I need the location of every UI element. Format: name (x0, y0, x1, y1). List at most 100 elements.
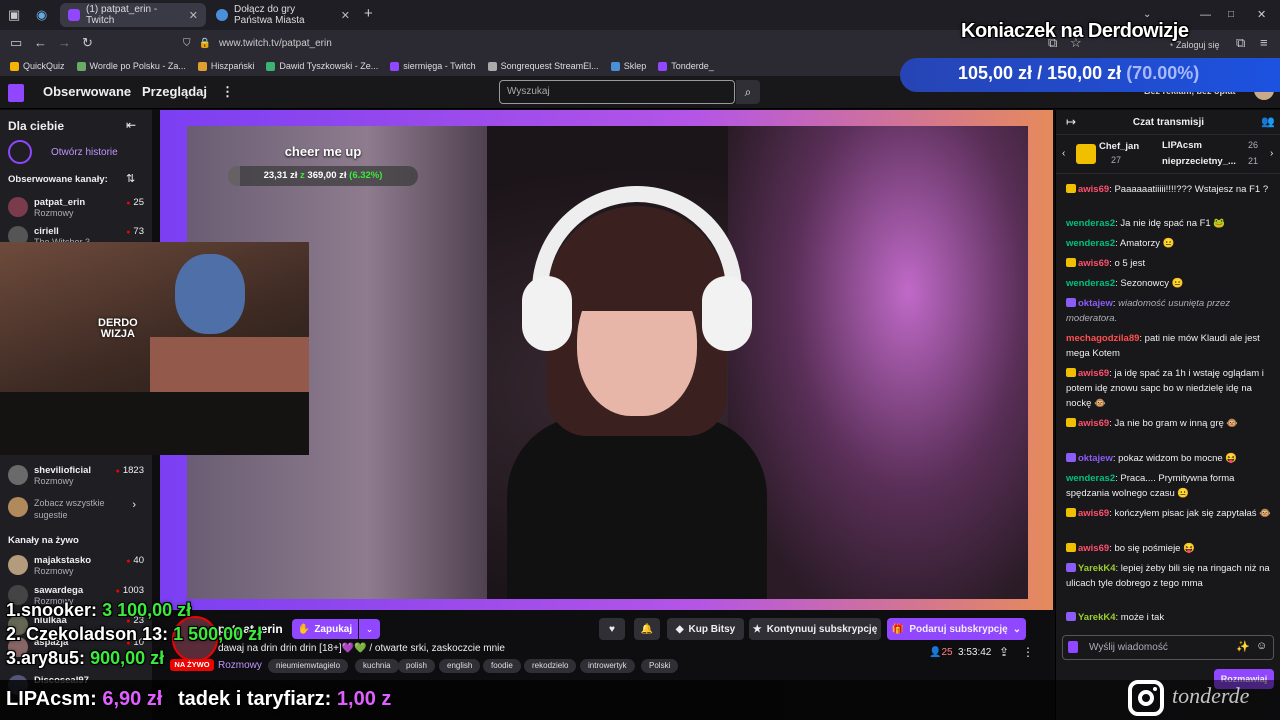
tag[interactable]: introwertyk (580, 659, 635, 673)
goal-percent: (6.32%) (349, 170, 383, 181)
tag[interactable]: polish (398, 659, 435, 673)
chat-user[interactable]: oktajew (1078, 453, 1113, 464)
extensions-menu-icon[interactable]: ⧉ (1236, 35, 1245, 51)
forward-arrow-icon[interactable]: → (58, 35, 71, 51)
chat-user[interactable]: wenderas2 (1066, 473, 1115, 484)
reload-icon[interactable]: ↻ (82, 35, 93, 51)
stories-icon[interactable] (8, 140, 32, 164)
chat-user[interactable]: awis69 (1078, 184, 1109, 195)
chevron-right-icon[interactable]: › (1270, 148, 1273, 159)
close-icon[interactable]: ✕ (341, 9, 350, 22)
nav-following[interactable]: Obserwowane (43, 84, 131, 99)
search-button[interactable]: ⌕ (736, 80, 760, 104)
chat-message: awis69: o 5 jest (1066, 256, 1274, 271)
nav-browse[interactable]: Przeglądaj (142, 84, 207, 99)
collapse-icon[interactable]: ⇤ (126, 118, 136, 132)
chat-user[interactable]: wenderas2 (1066, 238, 1115, 249)
search-input[interactable]: Wyszukaj (499, 80, 735, 104)
sidebar-toggle-icon[interactable]: ▭ (10, 35, 22, 51)
back-arrow-icon[interactable]: ← (34, 35, 47, 51)
new-tab-icon[interactable]: + (364, 6, 373, 22)
bookmark-wordle[interactable]: Wordle po Polsku - Za... (76, 61, 186, 71)
tab-panstwa-miasta[interactable]: Dołącz do gry Państwa Miasta ✕ (208, 3, 358, 27)
tag[interactable]: nieumiemwtagielo (268, 659, 349, 673)
continue-sub-button[interactable]: ★ Kontynuuj subskrypcję (749, 618, 881, 640)
twitch-favicon-icon (68, 9, 80, 21)
share-icon[interactable]: ⇪ (999, 645, 1009, 659)
magic-icon[interactable]: ✨ (1236, 640, 1250, 653)
tag[interactable]: english (439, 659, 481, 673)
chevron-left-icon[interactable]: ‹ (1062, 148, 1065, 159)
bookmark-quickquiz[interactable]: QuickQuiz (10, 61, 65, 71)
tab-list-icon[interactable]: ▣ (8, 7, 20, 23)
sidebar-channel-patpat[interactable]: patpat_erinRozmowy 25 (8, 197, 144, 218)
bookmark-tyszkowski[interactable]: Dawid Tyszkowski - Ze... (266, 61, 378, 71)
chat-user[interactable]: awis69 (1078, 508, 1109, 519)
chat-user[interactable]: wenderas2 (1066, 218, 1115, 229)
follow-dropdown[interactable]: ⌄ (359, 619, 380, 639)
bookmark-hiszpanski[interactable]: Hiszpański (197, 61, 254, 71)
minimize-icon[interactable]: — (1200, 7, 1211, 23)
more-options-icon[interactable]: ⋮ (1022, 645, 1034, 659)
chat-user[interactable]: awis69 (1078, 543, 1109, 554)
chat-text: Paaaaaatiiiii!!!!??? Wstajesz na F1 ? (1114, 184, 1269, 195)
notification-button[interactable]: 🔔 (634, 618, 660, 640)
sort-icon[interactable]: ⇅ (126, 172, 135, 185)
chat-user[interactable]: awis69 (1078, 368, 1109, 379)
bookmark-label: Dawid Tyszkowski - Ze... (279, 61, 379, 71)
emote-icon[interactable]: ☺ (1256, 640, 1267, 652)
gift-sub-button[interactable]: 🎁 Podaruj subskrypcję ⌄ (887, 618, 1026, 640)
tag[interactable]: Polski (641, 659, 679, 673)
viewer-count: 1823 (116, 465, 144, 476)
video-player[interactable] (187, 126, 1028, 599)
buy-bits-button[interactable]: ◆ Kup Bitsy (667, 618, 744, 640)
chat-panel: ↦ Czat transmisji 👥 ‹ Chef_jan 27 LIPAcs… (1055, 110, 1280, 720)
bookmark-songrequest[interactable]: Songrequest StreamEl... (487, 61, 599, 71)
goal-separator: z (300, 170, 305, 181)
bookmark-sklep[interactable]: Sklep (610, 61, 646, 71)
streamer-figure (487, 186, 787, 599)
bookmark-tonderde[interactable]: Tonderde_ (658, 61, 714, 71)
viewer-count: 40 (126, 555, 144, 566)
tab-twitch[interactable]: (1) patpat_erin - Twitch ✕ (60, 3, 206, 27)
viewer-count: 1003 (116, 585, 144, 596)
stories-link[interactable]: Otwórz historie (51, 147, 118, 158)
pip-camera: DERDO WIZJA (0, 242, 309, 455)
twitch-logo-icon[interactable] (8, 84, 24, 102)
leaderboard-row-1: 1.snooker: 3 100,00 zł (6, 600, 191, 621)
stream-category[interactable]: Rozmowy (218, 660, 262, 671)
chat-user[interactable]: YarekK4 (1078, 612, 1116, 623)
bookmark-icon (76, 61, 86, 71)
more-menu-icon[interactable]: ⋮ (221, 84, 234, 100)
close-icon[interactable]: ✕ (189, 9, 198, 22)
bits-icon[interactable] (1068, 641, 1078, 653)
follow-button[interactable]: ✋ Zapukaj (292, 619, 358, 639)
sidebar-channel-shevili[interactable]: shevilioficialRozmowy 1823 (8, 465, 144, 486)
address-bar[interactable]: ⛉ 🔒 www.twitch.tv/patpat_erin (175, 33, 905, 53)
viewer-count: 73 (126, 226, 144, 237)
goal-progress-bar: 23,31 zł z 369,00 zł (6.32%) (228, 166, 418, 186)
browser-logo-icon[interactable]: ◉ (36, 7, 47, 23)
donor-name: ary8u5: (21, 648, 86, 668)
see-all-suggestions[interactable]: Zobacz wszystkie sugestie › (8, 497, 144, 521)
users-icon[interactable]: 👥 (1261, 115, 1275, 128)
tag[interactable]: kuchnia (355, 659, 399, 673)
bookmark-siermiega[interactable]: siermięga - Twitch (390, 61, 476, 71)
sidebar-channel-majak[interactable]: majakstaskoRozmowy 40 (8, 555, 144, 576)
tag[interactable]: foodie (483, 659, 521, 673)
maximize-icon[interactable]: □ (1228, 7, 1234, 23)
menu-icon[interactable]: ≡ (1260, 35, 1268, 51)
chat-user[interactable]: awis69 (1078, 258, 1109, 269)
chat-user[interactable]: mechagodzila89 (1066, 333, 1139, 344)
badge-icon (1066, 368, 1076, 377)
chat-user[interactable]: awis69 (1078, 418, 1109, 429)
chat-title: Czat transmisji (1132, 117, 1205, 128)
chat-user[interactable]: wenderas2 (1066, 278, 1115, 289)
window-close-icon[interactable]: ✕ (1257, 7, 1266, 23)
bookmark-icon (197, 61, 207, 71)
chat-message: awis69: kończyłem pisac jak się zapytała… (1066, 506, 1274, 521)
tag[interactable]: rekodzielo (524, 659, 577, 673)
chat-user[interactable]: YarekK4 (1078, 563, 1116, 574)
chat-user[interactable]: oktajew (1078, 298, 1113, 309)
heart-button[interactable]: ♥ (599, 618, 625, 640)
